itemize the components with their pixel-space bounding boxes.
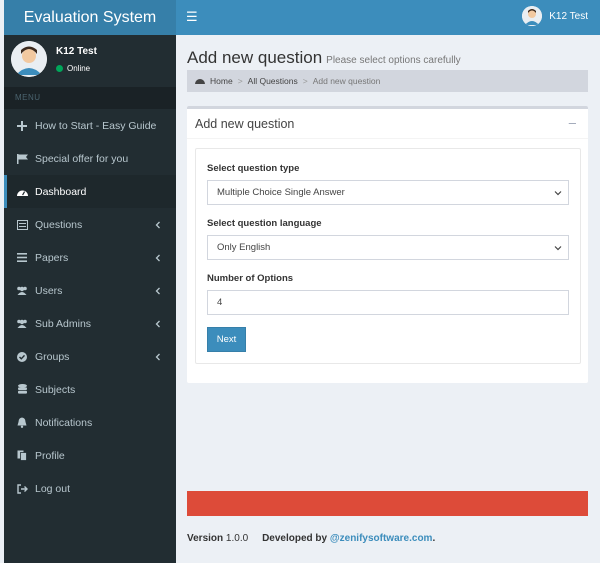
- footer: Version 1.0.0 Developed by @zenifysoftwa…: [187, 533, 435, 544]
- number-of-options-value: 4: [217, 297, 223, 308]
- avatar: [522, 6, 543, 26]
- sidebar-item-how-to-start[interactable]: How to Start - Easy Guide: [4, 109, 176, 142]
- user-menu[interactable]: K12 Test: [522, 6, 588, 26]
- list-icon: [16, 252, 28, 264]
- flag-icon: [16, 153, 28, 165]
- sidebar-item-label: Profile: [35, 449, 65, 462]
- users-icon: [16, 318, 28, 330]
- sidebar-item-label: Subjects: [35, 383, 76, 396]
- question-language-value: Only English: [217, 242, 271, 253]
- version-label: Version: [187, 533, 224, 544]
- page-title: Add new question: [187, 48, 323, 67]
- sidebar-item-label: Sub Admins: [35, 317, 92, 330]
- version-value: 1.0.0: [225, 533, 249, 544]
- sidebar-item-profile[interactable]: Profile: [4, 439, 176, 472]
- sidebar-item-label: Log out: [35, 482, 71, 495]
- question-language-select[interactable]: Only English: [207, 235, 569, 260]
- sidebar-user-name: K12 Test: [56, 46, 97, 57]
- top-navbar: ☰ K12 Test: [176, 0, 600, 35]
- collapse-minus-icon[interactable]: –: [569, 115, 576, 130]
- breadcrumb-separator: >: [302, 76, 308, 86]
- status-label: Online: [67, 64, 91, 73]
- user-panel: K12 Test Online: [4, 35, 176, 87]
- chevron-left-icon: [154, 286, 162, 295]
- breadcrumb-all-questions[interactable]: All Questions: [248, 76, 298, 86]
- sidebar-item-label: Users: [35, 284, 63, 297]
- sidebar-item-label: Dashboard: [35, 185, 87, 198]
- question-type-label: Select question type: [207, 163, 300, 174]
- add-question-box: Add new question – Select question type …: [187, 106, 588, 383]
- sidebar-item-label: Papers: [35, 251, 69, 264]
- status-dot-icon: [56, 65, 63, 72]
- list-alt-icon: [16, 219, 28, 231]
- footer-period: .: [432, 533, 436, 544]
- chevron-left-icon: [154, 253, 162, 262]
- breadcrumb-home[interactable]: Home: [210, 76, 233, 86]
- sidebar: K12 Test Online MENU How to Start - Easy…: [4, 35, 176, 563]
- sidebar-item-label: Special offer for you: [35, 152, 129, 165]
- sidebar-item-papers[interactable]: Papers: [4, 241, 176, 274]
- users-icon: [16, 285, 28, 297]
- sign-out-icon: [16, 483, 28, 495]
- breadcrumb: Home > All Questions > Add new question: [187, 70, 588, 92]
- sidebar-item-notifications[interactable]: Notifications: [4, 406, 176, 439]
- sidebar-item-questions[interactable]: Questions: [4, 208, 176, 241]
- navbar-user-name: K12 Test: [549, 10, 588, 22]
- breadcrumb-current: Add new question: [312, 76, 381, 86]
- question-language-label: Select question language: [207, 218, 322, 229]
- app-title: Evaluation System: [23, 8, 157, 26]
- dashboard-icon: [195, 76, 205, 86]
- chevron-left-icon: [154, 319, 162, 328]
- sidebar-item-label: Notifications: [35, 416, 93, 429]
- copy-icon: [16, 450, 28, 462]
- number-of-options-label: Number of Options: [207, 273, 294, 284]
- sidebar-item-sub-admins[interactable]: Sub Admins: [4, 307, 176, 340]
- chevron-down-icon: [554, 244, 562, 252]
- developed-by-label: Developed by: [262, 533, 328, 544]
- app-logo[interactable]: Evaluation System: [4, 0, 176, 35]
- question-type-select[interactable]: Multiple Choice Single Answer: [207, 180, 569, 205]
- bell-icon: [16, 417, 28, 429]
- sidebar-item-groups[interactable]: Groups: [4, 340, 176, 373]
- database-icon: [16, 384, 28, 396]
- avatar: [11, 41, 47, 77]
- check-circle-icon: [16, 351, 28, 363]
- sidebar-item-label: Questions: [35, 218, 83, 231]
- sidebar-item-users[interactable]: Users: [4, 274, 176, 307]
- sidebar-item-dashboard[interactable]: Dashboard: [4, 175, 176, 208]
- sidebar-toggle-icon[interactable]: ☰: [186, 9, 198, 25]
- box-header: Add new question –: [187, 109, 588, 139]
- content-header: Add new question Please select options ca…: [187, 48, 461, 68]
- question-type-value: Multiple Choice Single Answer: [217, 187, 345, 198]
- menu-header: MENU: [4, 87, 176, 109]
- number-of-options-input[interactable]: 4: [207, 290, 569, 315]
- sidebar-item-subjects[interactable]: Subjects: [4, 373, 176, 406]
- alert-bar: [187, 491, 588, 516]
- chevron-down-icon: [554, 189, 562, 197]
- breadcrumb-separator: >: [237, 76, 243, 86]
- user-status: Online: [56, 64, 90, 73]
- chevron-left-icon: [154, 220, 162, 229]
- page-subtitle: Please select options carefully: [326, 55, 461, 66]
- dashboard-icon: [16, 186, 28, 198]
- next-button[interactable]: Next: [207, 327, 246, 352]
- developer-link[interactable]: @zenifysoftware.com: [330, 533, 433, 544]
- sidebar-item-log-out[interactable]: Log out: [4, 472, 176, 505]
- sidebar-item-label: How to Start - Easy Guide: [35, 119, 157, 132]
- question-form: Select question type Multiple Choice Sin…: [195, 148, 581, 364]
- sidebar-item-special-offer[interactable]: Special offer for you: [4, 142, 176, 175]
- box-title: Add new question: [195, 117, 295, 131]
- plus-icon: [16, 120, 28, 132]
- sidebar-item-label: Groups: [35, 350, 70, 363]
- chevron-left-icon: [154, 352, 162, 361]
